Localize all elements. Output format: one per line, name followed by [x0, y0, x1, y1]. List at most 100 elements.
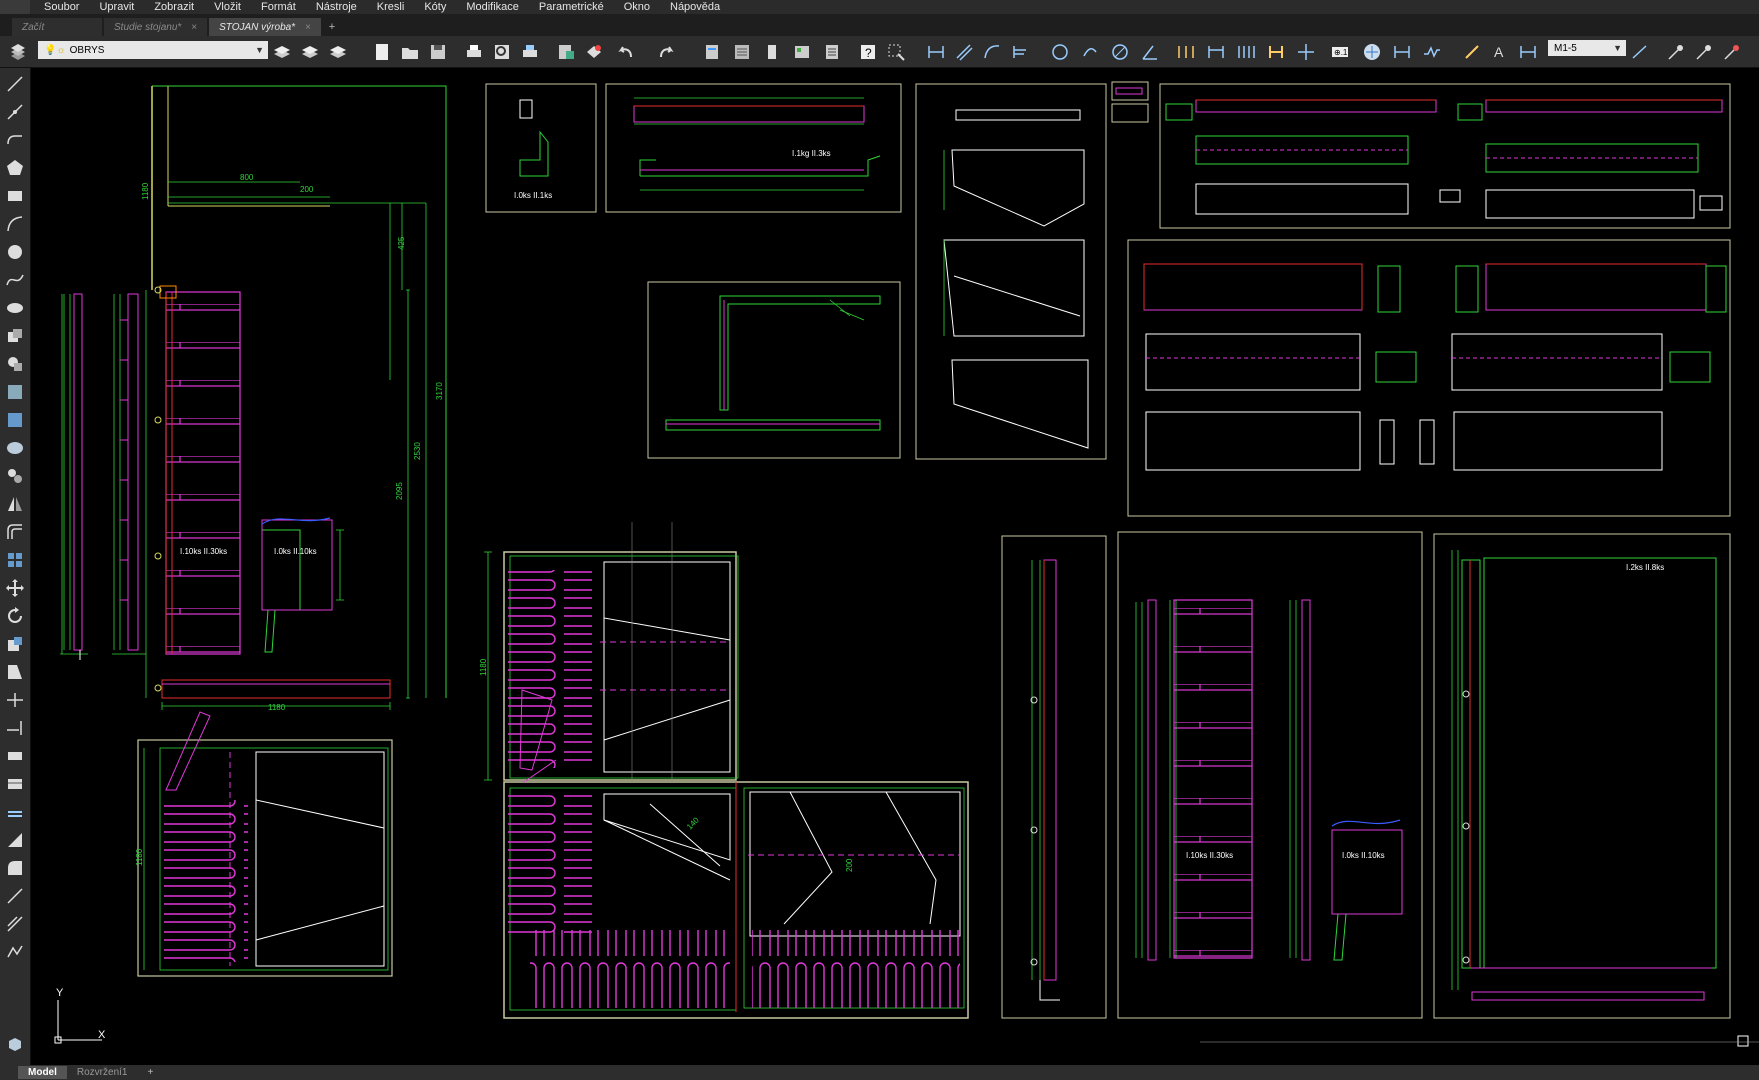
join-icon[interactable]	[5, 774, 25, 794]
array-icon[interactable]	[5, 550, 25, 570]
help-icon[interactable]: ?	[858, 42, 878, 62]
print-icon[interactable]	[464, 42, 484, 62]
circle-icon[interactable]	[5, 242, 25, 262]
diameter-dimension-icon[interactable]	[1110, 42, 1130, 62]
measure-icon[interactable]	[5, 914, 25, 934]
blend-icon[interactable]	[5, 858, 25, 878]
menu-nastroje[interactable]: Nástroje	[316, 1, 357, 13]
make-block-icon[interactable]	[5, 354, 25, 374]
tab-stojan-vyroba[interactable]: STOJAN výroba* ×	[209, 18, 321, 36]
explode-icon[interactable]	[5, 886, 25, 906]
jogged-linear-icon[interactable]	[1422, 42, 1442, 62]
calculator-icon[interactable]	[822, 42, 842, 62]
stretch-icon[interactable]	[5, 662, 25, 682]
menu-kresli[interactable]: Kresli	[377, 1, 405, 13]
continue-dimension-icon[interactable]	[1236, 42, 1256, 62]
arc-icon[interactable]	[5, 214, 25, 234]
center-mark-icon[interactable]	[1362, 42, 1382, 62]
menu-soubor[interactable]: Soubor	[44, 1, 79, 13]
tab-model[interactable]: Model	[18, 1066, 67, 1079]
match-properties-icon[interactable]	[584, 42, 604, 62]
model-space-canvas[interactable]: 800 200 1180 425 2530 2095 3170 1180 I.1…	[31, 68, 1759, 1065]
tab-layout1[interactable]: Rozvržení1	[67, 1066, 138, 1079]
layer-previous-icon[interactable]	[300, 42, 320, 62]
menu-upravit[interactable]: Upravit	[99, 1, 134, 13]
save-icon[interactable]	[428, 42, 448, 62]
trim-icon[interactable]	[5, 690, 25, 710]
line-icon[interactable]	[5, 74, 25, 94]
print-preview-icon[interactable]	[492, 42, 512, 62]
baseline-dimension-icon[interactable]	[1206, 42, 1226, 62]
menu-vlozit[interactable]: Vložit	[214, 1, 241, 13]
region-icon[interactable]	[5, 382, 25, 402]
properties-icon[interactable]	[732, 42, 752, 62]
menu-parametricke[interactable]: Parametrické	[539, 1, 604, 13]
chamfer-icon[interactable]	[5, 802, 25, 822]
close-icon[interactable]: ×	[305, 22, 311, 33]
radius-dimension-icon[interactable]	[1050, 42, 1070, 62]
angular-dimension-icon[interactable]	[1140, 42, 1160, 62]
dimension-update-icon[interactable]	[1518, 42, 1538, 62]
aligned-dimension-icon[interactable]	[954, 42, 974, 62]
menu-napoveda[interactable]: Nápověda	[670, 1, 720, 13]
cut-icon[interactable]	[556, 42, 576, 62]
offset-icon[interactable]	[5, 522, 25, 542]
menu-modifikace[interactable]: Modifikace	[466, 1, 519, 13]
leader-icon[interactable]	[1666, 42, 1686, 62]
arc-length-icon[interactable]	[982, 42, 1002, 62]
design-center-icon[interactable]	[762, 42, 782, 62]
add-leader-icon[interactable]	[1694, 42, 1714, 62]
select-window-icon[interactable]	[886, 42, 906, 62]
layer-dropdown[interactable]: 💡☼ OBRYS ▼	[38, 41, 268, 59]
extend-icon[interactable]	[5, 718, 25, 738]
tolerance-icon[interactable]: ⊕.1	[1330, 42, 1350, 62]
publish-icon[interactable]	[520, 42, 540, 62]
spline-icon[interactable]	[5, 270, 25, 290]
menu-zobrazit[interactable]: Zobrazit	[154, 1, 194, 13]
new-tab-button[interactable]: +	[323, 18, 341, 36]
inspection-icon[interactable]	[1392, 42, 1412, 62]
dimension-style-dropdown[interactable]: M1-5 ▼	[1548, 40, 1626, 56]
jogged-dimension-icon[interactable]	[1080, 42, 1100, 62]
move-icon[interactable]	[5, 578, 25, 598]
dimension-break-icon[interactable]	[1296, 42, 1316, 62]
menu-format[interactable]: Formát	[261, 1, 296, 13]
rotate-icon[interactable]	[5, 606, 25, 626]
layer-properties-icon[interactable]	[8, 42, 28, 62]
linear-dimension-icon[interactable]	[926, 42, 946, 62]
dimstyle-manager-icon[interactable]	[1630, 42, 1650, 62]
fillet-icon[interactable]	[5, 830, 25, 850]
construction-line-icon[interactable]	[5, 102, 25, 122]
revision-cloud-icon[interactable]	[5, 298, 25, 318]
text-edit-icon[interactable]: A	[1490, 42, 1510, 62]
polyline-icon[interactable]	[5, 130, 25, 150]
menu-koty[interactable]: Kóty	[424, 1, 446, 13]
rectangle-icon[interactable]	[5, 186, 25, 206]
scale-icon[interactable]	[5, 634, 25, 654]
tool-palettes-icon[interactable]	[792, 42, 812, 62]
open-folder-icon[interactable]	[400, 42, 420, 62]
layer-state-icon[interactable]	[272, 42, 292, 62]
polyline-edit-icon[interactable]	[5, 942, 25, 962]
quick-dimension-icon[interactable]	[1176, 42, 1196, 62]
tab-studie-stojanu[interactable]: Studie stojanu* ×	[104, 18, 208, 36]
dimension-edit-icon[interactable]	[1462, 42, 1482, 62]
mirror-icon[interactable]	[5, 494, 25, 514]
dimension-space-icon[interactable]	[1266, 42, 1286, 62]
copy-icon[interactable]	[5, 466, 25, 486]
pan-icon[interactable]	[702, 42, 722, 62]
add-layout-button[interactable]: +	[137, 1066, 163, 1079]
app-menu-button[interactable]	[0, 0, 30, 14]
hatch-icon[interactable]	[5, 410, 25, 430]
break-icon[interactable]	[5, 746, 25, 766]
redo-icon[interactable]	[656, 42, 676, 62]
table-icon[interactable]	[5, 438, 25, 458]
insert-block-icon[interactable]	[5, 326, 25, 346]
tab-zacit[interactable]: Začít	[12, 18, 102, 36]
menu-okno[interactable]: Okno	[624, 1, 650, 13]
polygon-icon[interactable]	[5, 158, 25, 178]
close-icon[interactable]: ×	[191, 22, 197, 33]
remove-leader-icon[interactable]	[1722, 42, 1742, 62]
ordinate-dimension-icon[interactable]	[1010, 42, 1030, 62]
layer-isolate-icon[interactable]	[328, 42, 348, 62]
